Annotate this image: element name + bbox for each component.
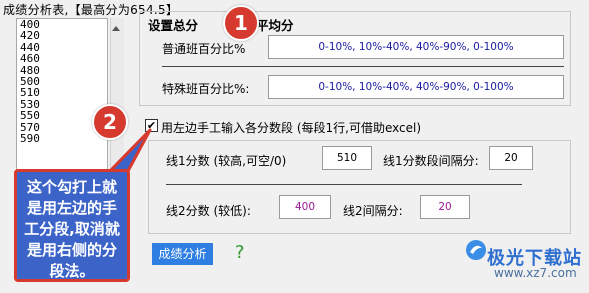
annotation-marker-1: 1 <box>223 5 259 41</box>
watermark-logo-icon <box>466 240 486 260</box>
watermark-url: www.xz7.com <box>494 266 577 280</box>
callout-text: 这个勾打上就是用左边的手工分段,取消就是用右侧的分段法。 <box>24 178 120 280</box>
annotation-marker-2: 2 <box>92 104 128 140</box>
